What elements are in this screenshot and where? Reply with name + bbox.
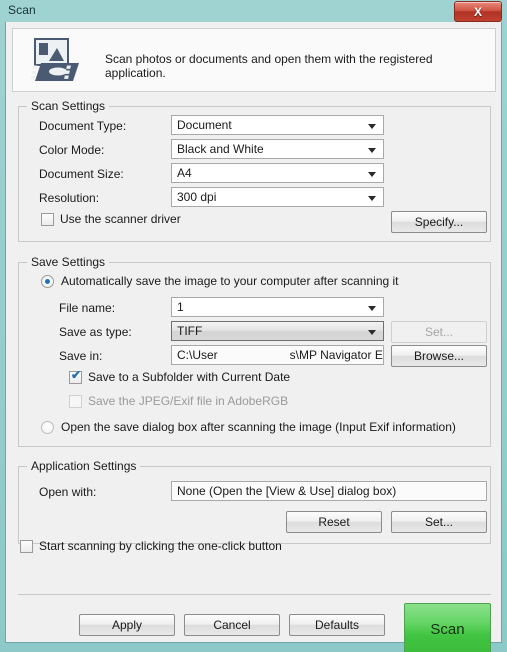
cancel-button[interactable]: Cancel bbox=[184, 614, 280, 636]
save-settings-title: Save Settings bbox=[27, 255, 110, 269]
adobergb-label: Save the JPEG/Exif file in AdobeRGB bbox=[88, 394, 289, 408]
chevron-down-icon bbox=[368, 124, 376, 129]
apply-button[interactable]: Apply bbox=[79, 614, 175, 636]
document-size-dropdown[interactable]: A4 bbox=[171, 163, 384, 183]
file-name-value: 1 bbox=[177, 300, 184, 314]
file-name-label: File name: bbox=[59, 301, 116, 315]
open-with-field: None (Open the [View & Use] dialog box) bbox=[171, 481, 487, 501]
resolution-label: Resolution: bbox=[39, 191, 100, 205]
redacted-username-region bbox=[217, 349, 290, 360]
open-save-dialog-radio[interactable] bbox=[41, 421, 54, 434]
color-mode-label: Color Mode: bbox=[39, 143, 105, 157]
dialog-client-area: Scan photos or documents and open them w… bbox=[5, 22, 502, 652]
footer-divider bbox=[18, 594, 491, 595]
radio-dot bbox=[45, 279, 50, 284]
save-in-path-value: C:\User s\MP Navigator E. bbox=[177, 348, 384, 362]
reset-button[interactable]: Reset bbox=[286, 511, 382, 533]
browse-button[interactable]: Browse... bbox=[391, 345, 487, 367]
use-scanner-driver-checkbox[interactable] bbox=[41, 213, 54, 226]
scan-settings-group: Scan Settings Document Type: Document Co… bbox=[18, 99, 491, 242]
save-as-type-label: Save as type: bbox=[59, 325, 132, 339]
close-icon: X bbox=[473, 4, 482, 19]
document-type-label: Document Type: bbox=[39, 119, 127, 133]
banner-description: Scan photos or documents and open them w… bbox=[105, 52, 433, 80]
resolution-value: 300 dpi bbox=[177, 190, 217, 204]
document-type-value: Document bbox=[177, 118, 232, 132]
chevron-down-icon bbox=[368, 306, 376, 311]
resolution-dropdown[interactable]: 300 dpi bbox=[171, 187, 384, 207]
save-settings-group: Save Settings Automatically save the ima… bbox=[18, 255, 491, 447]
subfolder-date-checkbox[interactable]: ✔ bbox=[69, 368, 82, 384]
open-with-value: None (Open the [View & Use] dialog box) bbox=[177, 484, 397, 498]
auto-save-label: Automatically save the image to your com… bbox=[61, 274, 399, 288]
chevron-down-icon bbox=[368, 148, 376, 153]
window-title: Scan bbox=[8, 3, 36, 17]
application-set-button[interactable]: Set... bbox=[391, 511, 487, 533]
defaults-button[interactable]: Defaults bbox=[289, 614, 385, 636]
scan-button[interactable]: Scan bbox=[404, 603, 491, 652]
save-in-prefix: C:\User bbox=[177, 348, 218, 362]
application-settings-group: Application Settings Open with: None (Op… bbox=[18, 459, 491, 544]
open-save-dialog-label: Open the save dialog box after scanning … bbox=[61, 420, 456, 434]
scan-settings-title: Scan Settings bbox=[27, 99, 110, 113]
save-in-label: Save in: bbox=[59, 349, 103, 363]
photo-film-scan-icon bbox=[30, 38, 79, 81]
document-size-value: A4 bbox=[177, 166, 192, 180]
checkmark-icon: ✔ bbox=[71, 368, 82, 382]
auto-save-radio[interactable] bbox=[41, 275, 54, 288]
scan-dialog-window: Scan X Scan photos or documents and open… bbox=[0, 0, 507, 652]
save-in-path-field[interactable]: C:\User s\MP Navigator E. bbox=[171, 345, 384, 365]
one-click-scan-checkbox[interactable] bbox=[20, 540, 33, 553]
title-bar: Scan X bbox=[0, 0, 507, 22]
one-click-scan-label: Start scanning by clicking the one-click… bbox=[39, 539, 282, 553]
document-type-dropdown[interactable]: Document bbox=[171, 115, 384, 135]
save-as-type-set-button: Set... bbox=[391, 321, 487, 343]
header-banner: Scan photos or documents and open them w… bbox=[12, 28, 496, 92]
specify-button[interactable]: Specify... bbox=[391, 211, 487, 233]
save-as-type-value: TIFF bbox=[177, 324, 203, 338]
color-mode-dropdown[interactable]: Black and White bbox=[171, 139, 384, 159]
open-with-label: Open with: bbox=[39, 485, 97, 499]
subfolder-date-label: Save to a Subfolder with Current Date bbox=[88, 370, 291, 384]
application-settings-title: Application Settings bbox=[27, 459, 141, 473]
file-name-combo[interactable]: 1 bbox=[171, 297, 384, 317]
close-button[interactable]: X bbox=[454, 1, 502, 22]
use-scanner-driver-label: Use the scanner driver bbox=[60, 212, 181, 226]
chevron-down-icon bbox=[368, 196, 376, 201]
document-size-label: Document Size: bbox=[39, 167, 124, 181]
adobergb-checkbox bbox=[69, 395, 82, 408]
save-as-type-dropdown[interactable]: TIFF bbox=[171, 321, 384, 341]
chevron-down-icon bbox=[368, 172, 376, 177]
save-in-suffix: s\MP Navigator E. bbox=[289, 348, 384, 362]
color-mode-value: Black and White bbox=[177, 142, 264, 156]
chevron-down-icon bbox=[368, 330, 376, 335]
